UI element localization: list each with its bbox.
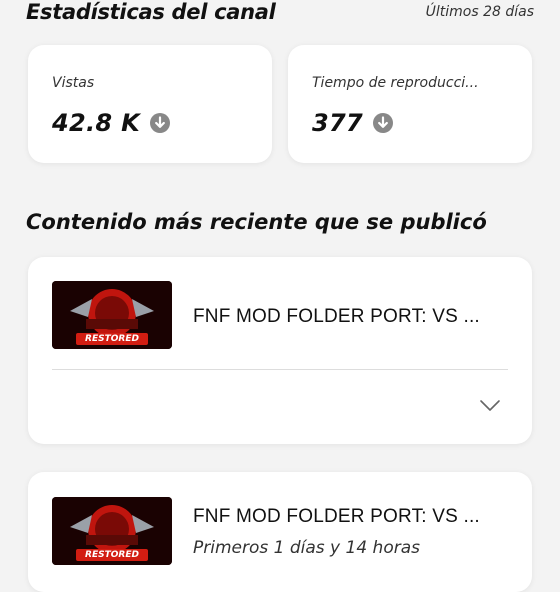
watch-time-label: Tiempo de reproducci... (312, 75, 479, 91)
arrow-down-circle-icon (373, 113, 393, 133)
watch-time-value-row: 377 (312, 109, 393, 137)
section-title-stats: Estadísticas del canal (26, 0, 276, 24)
views-label: Vistas (52, 75, 95, 91)
video-subtitle: Primeros 1 días y 14 horas (193, 538, 420, 558)
watch-time-value: 377 (312, 109, 363, 137)
chevron-down-icon[interactable] (478, 397, 502, 413)
arrow-down-circle-icon (149, 113, 170, 133)
views-card[interactable]: Vistas 42.8 K (28, 45, 272, 163)
video-card[interactable]: RESTORED FNF MOD FOLDER PORT: VS ... (28, 257, 532, 444)
views-value-row: 42.8 K (52, 109, 170, 137)
watch-time-card[interactable]: Tiempo de reproducci... 377 (288, 45, 532, 163)
divider (52, 369, 508, 370)
video-thumbnail[interactable]: RESTORED (52, 281, 172, 349)
video-title[interactable]: FNF MOD FOLDER PORT: VS ... (193, 506, 480, 528)
views-value: 42.8 K (52, 109, 140, 137)
stats-header: Estadísticas del canal Últimos 28 días (26, 0, 534, 30)
video-title[interactable]: FNF MOD FOLDER PORT: VS ... (193, 306, 480, 328)
video-thumbnail[interactable]: RESTORED (52, 497, 172, 565)
thumbnail-text: RESTORED (85, 550, 139, 560)
video-card[interactable]: RESTORED FNF MOD FOLDER PORT: VS ... Pri… (28, 472, 532, 592)
thumbnail-text: RESTORED (85, 334, 139, 344)
section-title-recent: Contenido más reciente que se publicó (26, 210, 487, 234)
period-label: Últimos 28 días (425, 4, 534, 20)
